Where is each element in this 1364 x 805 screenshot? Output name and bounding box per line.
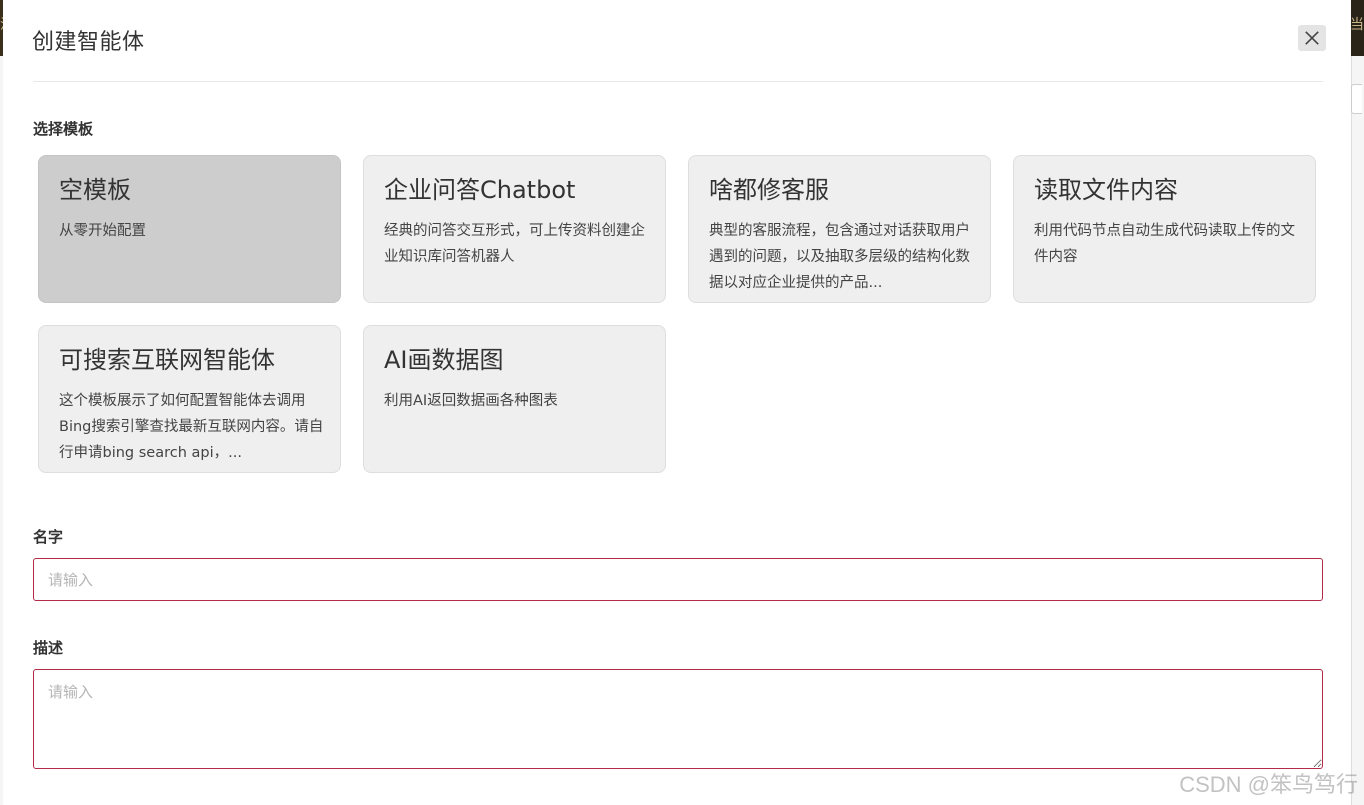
- template-card-title: AI画数据图: [384, 346, 504, 374]
- template-card-title: 空模板: [59, 176, 131, 204]
- template-card-desc: 典型的客服流程，包含通过对话获取用户遇到的问题，以及抽取多层级的结构化数据以对应…: [709, 223, 970, 291]
- template-card-desc: 利用AI返回数据画各种图表: [384, 393, 558, 409]
- template-card-title: 可搜索互联网智能体: [59, 346, 275, 374]
- header-divider: [33, 81, 1323, 82]
- template-card-empty[interactable]: 空模板 从零开始配置: [38, 155, 341, 303]
- template-card-desc: 从零开始配置: [59, 223, 146, 239]
- close-button[interactable]: [1298, 25, 1326, 51]
- template-card-desc: 这个模板展示了如何配置智能体去调用Bing搜索引擎查找最新互联网内容。请自行申请…: [59, 393, 324, 461]
- watermark: CSDN @笨鸟笃行: [1179, 772, 1358, 797]
- template-card-desc: 经典的问答交互形式，可上传资料创建企业知识库问答机器人: [384, 223, 645, 265]
- template-card-read-file[interactable]: 读取文件内容 利用代码节点自动生成代码读取上传的文件内容: [1013, 155, 1316, 303]
- template-card-title: 读取文件内容: [1034, 176, 1178, 204]
- template-card-ai-chart[interactable]: AI画数据图 利用AI返回数据画各种图表: [363, 325, 666, 473]
- name-field-label: 名字: [33, 528, 64, 546]
- desc-field-label: 描述: [33, 639, 64, 657]
- description-textarea[interactable]: [33, 669, 1323, 769]
- backdrop-text-right: 当: [1350, 17, 1364, 33]
- template-card-web-search[interactable]: 可搜索互联网智能体 这个模板展示了如何配置智能体去调用Bing搜索引擎查找最新互…: [38, 325, 341, 473]
- modal-title: 创建智能体: [32, 30, 145, 55]
- create-agent-modal: 创建智能体 选择模板 空模板 从零开始配置 企业问答Chatbot 经典的问答交…: [3, 0, 1351, 805]
- template-card-desc: 利用代码节点自动生成代码读取上传的文件内容: [1034, 223, 1295, 265]
- template-card-title: 啥都修客服: [709, 176, 829, 204]
- template-card-chatbot[interactable]: 企业问答Chatbot 经典的问答交互形式，可上传资料创建企业知识库问答机器人: [363, 155, 666, 303]
- backdrop-input: [1351, 84, 1362, 114]
- template-section-label: 选择模板: [33, 120, 94, 138]
- name-input[interactable]: [33, 558, 1323, 601]
- template-card-title: 企业问答Chatbot: [384, 176, 576, 204]
- backdrop-page-right: [1351, 56, 1364, 805]
- close-icon: [1305, 31, 1319, 45]
- template-card-customer-service[interactable]: 啥都修客服 典型的客服流程，包含通过对话获取用户遇到的问题，以及抽取多层级的结构…: [688, 155, 991, 303]
